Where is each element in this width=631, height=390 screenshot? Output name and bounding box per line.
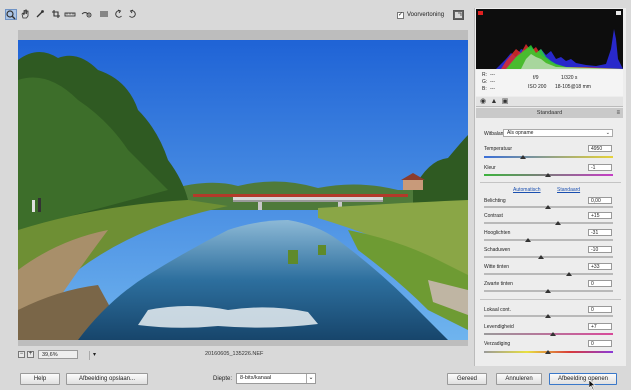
- zoom-select[interactable]: 39,6% ▾: [38, 350, 96, 360]
- detail-tab-icon[interactable]: ▣: [501, 98, 509, 106]
- r-value: ---: [490, 72, 495, 78]
- histogram: [476, 9, 623, 69]
- mouse-cursor-icon: [588, 379, 597, 390]
- blacks-slider-handle[interactable]: [545, 289, 551, 293]
- redeye-icon[interactable]: [81, 9, 93, 20]
- vibrance-slider-handle[interactable]: [550, 332, 556, 336]
- white-balance-select[interactable]: Als opname ⌄: [503, 129, 613, 137]
- help-button[interactable]: Help: [20, 373, 60, 385]
- temperature-slider-handle[interactable]: [520, 155, 526, 159]
- tone-curve-tab-icon[interactable]: ▲: [490, 98, 498, 106]
- auto-link[interactable]: Automatisch: [513, 187, 541, 193]
- temperature-slider[interactable]: [484, 156, 613, 158]
- slider-label-vibrance: Levendigheid: [484, 324, 514, 330]
- lens-value: 18-105@18 mm: [555, 84, 591, 90]
- contrast-slider-handle[interactable]: [555, 221, 561, 225]
- whites-slider-handle[interactable]: [566, 272, 572, 276]
- depth-select[interactable]: 8-bits/kanaal ⌄: [236, 373, 316, 384]
- slider-label-saturation: Verzadiging: [484, 341, 511, 347]
- rgb-readout: R: --- G: --- B: --- f/9 1/320 s ISO 200…: [476, 70, 623, 96]
- tint-label: Kleur: [484, 165, 496, 171]
- slider-label-contrast: Contrast: [484, 213, 503, 219]
- shadows-slider-handle[interactable]: [538, 255, 544, 259]
- whites-field[interactable]: +33: [588, 263, 612, 270]
- panel-tab-strip: ◉ ▲ ▣: [476, 97, 623, 107]
- preview-checkbox[interactable]: ✓: [397, 12, 404, 19]
- white-balance-value: Als opname: [507, 130, 534, 136]
- slider-label-blacks: Zwarte tinten: [484, 281, 513, 287]
- image-status-bar: − + 39,6% ▾ 20160605_135226.NEF: [18, 350, 468, 362]
- panel-menu-icon[interactable]: ≡: [616, 108, 620, 118]
- divider: [480, 299, 621, 300]
- depth-value: 8-bits/kanaal: [240, 375, 272, 381]
- camera-raw-window: ✓ Voorvertoning − + 39,6% ▾ 20160605_135…: [0, 0, 631, 390]
- fullscreen-icon[interactable]: [453, 10, 464, 20]
- panel-header: Standaard ≡: [476, 108, 623, 118]
- contrast-slider[interactable]: [484, 222, 613, 224]
- zoom-in-button[interactable]: +: [27, 351, 34, 358]
- chevron-down-icon[interactable]: ▾: [89, 351, 99, 360]
- zoom-out-button[interactable]: −: [18, 351, 25, 358]
- shadows-slider[interactable]: [484, 256, 613, 258]
- crop-icon[interactable]: [50, 9, 62, 20]
- rotate-left-icon[interactable]: [113, 9, 125, 20]
- chevron-down-icon[interactable]: ⌄: [606, 130, 610, 137]
- b-label: B:: [482, 86, 487, 92]
- chevron-down-icon[interactable]: ⌄: [306, 374, 315, 383]
- slider-label-clarity: Lokaal cont.: [484, 307, 511, 313]
- divider: [480, 182, 621, 183]
- saturation-field[interactable]: 0: [588, 340, 612, 347]
- saturation-slider-handle[interactable]: [545, 350, 551, 354]
- slider-label-whites: Witte tinten: [484, 264, 510, 270]
- zoom-value: 39,6%: [42, 352, 58, 358]
- clarity-field[interactable]: 0: [588, 306, 612, 313]
- done-button[interactable]: Gereed: [447, 373, 487, 385]
- cancel-button[interactable]: Annuleren: [496, 373, 542, 385]
- slider-label-exposure: Belichting: [484, 198, 506, 204]
- depth-label: Diepte:: [213, 376, 233, 382]
- whites-slider[interactable]: [484, 273, 613, 275]
- photo-preview[interactable]: [18, 40, 468, 340]
- g-label: G:: [482, 79, 488, 85]
- temperature-field[interactable]: 4950: [588, 145, 612, 152]
- slider-label-highlights: Hooglichten: [484, 230, 511, 236]
- b-value: ---: [490, 86, 495, 92]
- file-name: 20160605_135226.NEF: [205, 351, 264, 357]
- g-value: ---: [490, 79, 495, 85]
- exposure-slider-handle[interactable]: [545, 205, 551, 209]
- slider-label-shadows: Schaduwen: [484, 247, 511, 253]
- vibrance-slider[interactable]: [484, 333, 613, 335]
- hand-icon[interactable]: [19, 9, 31, 20]
- basic-tab-icon[interactable]: ◉: [479, 98, 487, 106]
- vibrance-field[interactable]: +7: [588, 323, 612, 330]
- preview-label: Voorvertoning: [407, 12, 445, 18]
- shadow-clipping-indicator[interactable]: [478, 11, 483, 15]
- list-icon[interactable]: [98, 9, 110, 20]
- footer-bar: Help Afbeelding opslaan... Diepte: 8-bit…: [0, 370, 631, 390]
- clarity-slider-handle[interactable]: [545, 314, 551, 318]
- aperture-value: f/9: [533, 75, 539, 81]
- blacks-field[interactable]: 0: [588, 280, 612, 287]
- straighten-icon[interactable]: [64, 9, 76, 20]
- highlights-field[interactable]: -31: [588, 229, 612, 236]
- open-image-button[interactable]: Afbeelding openen: [549, 373, 617, 385]
- panel-title: Standaard: [536, 110, 563, 116]
- highlights-slider[interactable]: [484, 239, 613, 241]
- default-link[interactable]: Standaard: [557, 187, 580, 193]
- highlights-slider-handle[interactable]: [525, 238, 531, 242]
- temperature-label: Temperatuur: [484, 146, 513, 152]
- zoom-icon[interactable]: [5, 9, 17, 20]
- contrast-field[interactable]: +15: [588, 212, 612, 219]
- eyedropper-icon[interactable]: [34, 9, 46, 20]
- rotate-right-icon[interactable]: [126, 9, 138, 20]
- iso-value: ISO 200: [528, 84, 547, 90]
- shadows-field[interactable]: -10: [588, 246, 612, 253]
- highlight-clipping-indicator[interactable]: [616, 11, 621, 15]
- shutter-value: 1/320 s: [561, 75, 578, 81]
- tint-field[interactable]: -1: [588, 164, 612, 171]
- save-image-button[interactable]: Afbeelding opslaan...: [66, 373, 148, 385]
- tint-slider-handle[interactable]: [545, 173, 551, 177]
- r-label: R:: [482, 72, 487, 78]
- exposure-field[interactable]: 0,00: [588, 197, 612, 204]
